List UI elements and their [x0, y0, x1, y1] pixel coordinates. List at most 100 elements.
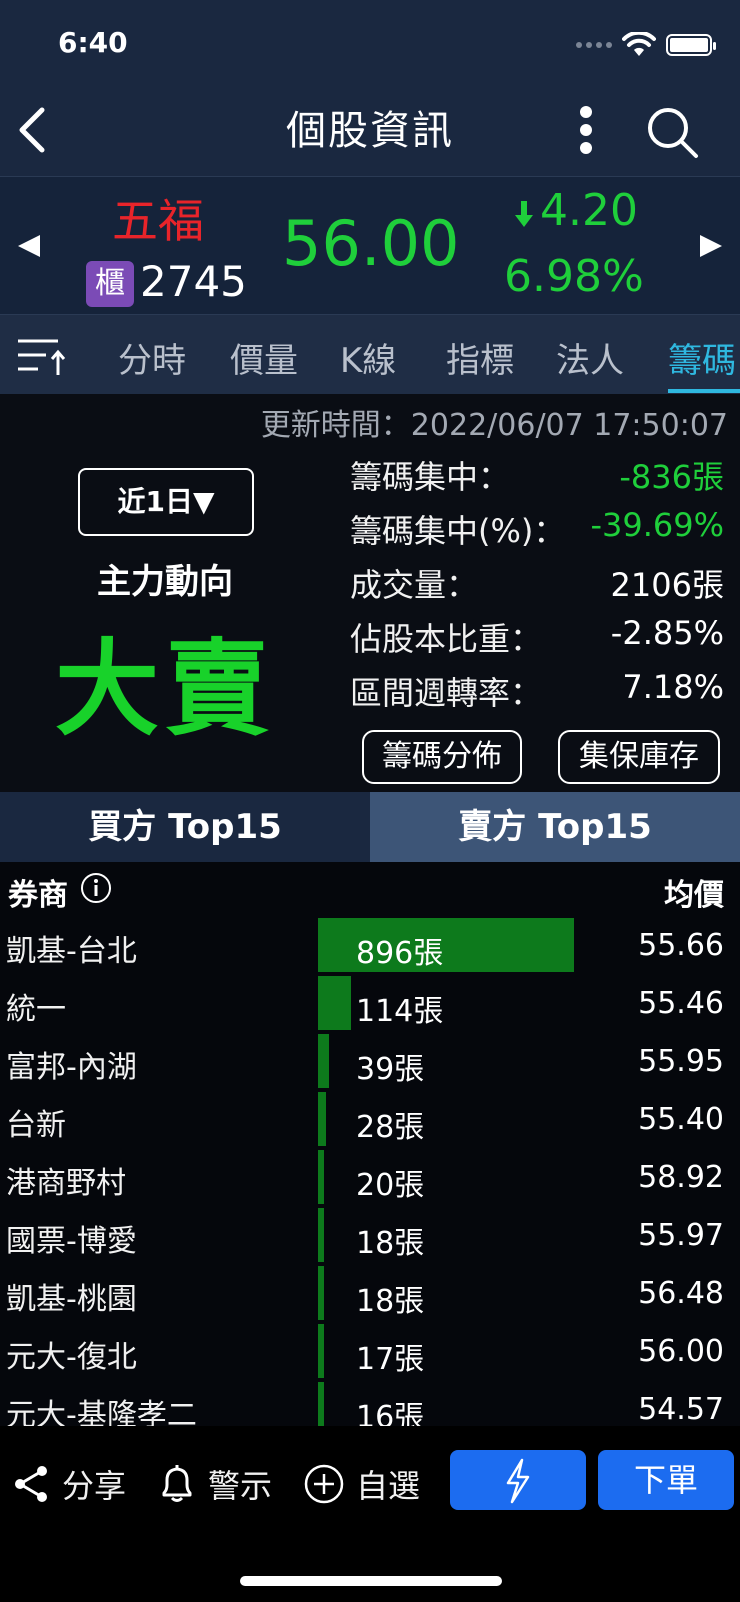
table-row[interactable]: 港商野村 20張 58.92: [0, 1148, 740, 1206]
average-price: 55.95: [638, 1044, 724, 1079]
broker-name: 港商野村: [6, 1166, 126, 1201]
broker-name: 元大-復北: [6, 1340, 137, 1375]
volume-bar: [318, 1092, 326, 1146]
header-broker: 券商: [8, 878, 68, 913]
search-icon[interactable]: [644, 104, 700, 160]
volume-bar: [318, 1382, 324, 1426]
lightning-icon: [506, 1458, 530, 1504]
quick-order-button[interactable]: [450, 1450, 586, 1510]
broker-name: 凱基-桃園: [6, 1282, 137, 1317]
info-icon[interactable]: [80, 872, 112, 904]
alert-label: 警示: [208, 1467, 273, 1505]
stat-label-share-ratio: 佔股本比重：: [350, 620, 543, 658]
bottom-toolbar: 分享 警示 自選 下單: [0, 1426, 740, 1602]
buyer-seller-toggle: 買方 Top15 賣方 Top15: [0, 792, 740, 862]
stock-code: 2745: [140, 257, 247, 306]
average-price: 55.97: [638, 1218, 724, 1253]
tab-institutional[interactable]: 法人: [556, 333, 624, 382]
volume-qty: 18張: [356, 1284, 425, 1319]
chip-summary-panel: 更新時間：2022/06/07 17:50:07 近1日▼ 主力動向 大賣 籌碼…: [0, 394, 740, 792]
seller-top15-tab[interactable]: 賣方 Top15: [370, 792, 740, 862]
status-time: 6:40: [58, 26, 128, 59]
tab-bar: 分時 價量 K線 指標 法人 籌碼: [0, 314, 740, 394]
stat-value-concentration-pct: -39.69%: [590, 506, 724, 544]
average-price: 55.46: [638, 986, 724, 1021]
table-row[interactable]: 台新 28張 55.40: [0, 1090, 740, 1148]
broker-name: 凱基-台北: [6, 934, 137, 969]
tab-kline[interactable]: K線: [340, 333, 396, 382]
buyer-top15-tab[interactable]: 買方 Top15: [0, 792, 370, 862]
next-stock-icon[interactable]: [698, 233, 724, 259]
volume-qty: 896張: [356, 936, 444, 971]
broker-name: 統一: [6, 992, 66, 1027]
stat-label-volume: 成交量：: [350, 566, 479, 604]
stat-value-share-ratio: -2.85%: [610, 614, 724, 652]
volume-bar: [318, 1150, 324, 1204]
volume-qty: 18張: [356, 1226, 425, 1261]
table-row[interactable]: 元大-復北 17張 56.00: [0, 1322, 740, 1380]
price-change: 4.20: [540, 185, 638, 236]
volume-qty: 20張: [356, 1168, 425, 1203]
update-time: 更新時間：2022/06/07 17:50:07: [260, 408, 728, 443]
stat-label-turnover: 區間週轉率：: [350, 674, 543, 712]
broker-name: 富邦-內湖: [6, 1050, 137, 1085]
volume-qty: 28張: [356, 1110, 425, 1145]
bell-icon: [162, 1465, 192, 1502]
active-tab-indicator: [668, 389, 740, 393]
previous-stock-icon[interactable]: [16, 233, 42, 259]
stat-value-concentration: -836張: [619, 458, 724, 496]
sort-menu-icon[interactable]: [16, 335, 68, 379]
market-badge: 櫃: [86, 261, 134, 307]
tab-price-volume[interactable]: 價量: [230, 333, 298, 382]
broker-name: 台新: [6, 1108, 66, 1143]
tab-indicators[interactable]: 指標: [446, 333, 514, 382]
watchlist-button[interactable]: 自選: [304, 1454, 420, 1514]
volume-bar: [318, 1266, 324, 1320]
period-dropdown[interactable]: 近1日▼: [78, 468, 254, 536]
wifi-icon: [622, 32, 656, 56]
price-change-percent: 6.98%: [504, 251, 644, 302]
table-row[interactable]: 統一 114張 55.46: [0, 974, 740, 1032]
header-average-price: 均價: [664, 878, 724, 913]
chip-distribution-button[interactable]: 籌碼分佈: [362, 730, 522, 784]
volume-qty: 114張: [356, 994, 444, 1029]
volume-qty: 17張: [356, 1342, 425, 1377]
home-indicator: [240, 1576, 502, 1586]
stock-quote-bar: 五福 櫃 2745 56.00 4.20 6.98%: [0, 176, 740, 314]
broker-name: 元大-基隆孝二: [6, 1398, 197, 1426]
volume-bar: [318, 976, 351, 1030]
volume-bar: [318, 1208, 324, 1262]
share-label: 分享: [62, 1467, 127, 1505]
table-row[interactable]: 凱基-台北 896張 55.66: [0, 916, 740, 974]
tab-chips[interactable]: 籌碼: [668, 333, 736, 382]
status-icons: [576, 32, 716, 58]
table-row[interactable]: 國票-博愛 18張 55.97: [0, 1206, 740, 1264]
average-price: 56.00: [638, 1334, 724, 1369]
custody-inventory-button[interactable]: 集保庫存: [558, 730, 720, 784]
broker-name: 國票-博愛: [6, 1224, 137, 1259]
share-button[interactable]: 分享: [12, 1454, 126, 1514]
place-order-button[interactable]: 下單: [598, 1450, 734, 1510]
broker-table: 券商 均價 凱基-台北 896張 55.66 統一 114張 55.46 富邦-內湖 39張 5…: [0, 862, 740, 1426]
add-circle-icon: [304, 1464, 344, 1504]
cellular-signal-icon: [576, 42, 612, 48]
table-row[interactable]: 凱基-桃園 18張 56.48: [0, 1264, 740, 1322]
stat-value-turnover: 7.18%: [622, 668, 724, 706]
tab-intraday[interactable]: 分時: [118, 333, 186, 382]
table-row[interactable]: 元大-基隆孝二 16張 54.57: [0, 1380, 740, 1426]
stat-value-volume: 2106張: [610, 566, 724, 604]
header: 6:40 個股資訊: [0, 0, 740, 176]
battery-icon: [666, 34, 716, 56]
average-price: 55.66: [638, 928, 724, 963]
stock-name: 五福: [112, 194, 204, 248]
table-row[interactable]: 富邦-內湖 39張 55.95: [0, 1032, 740, 1090]
alert-button[interactable]: 警示: [158, 1454, 272, 1514]
share-icon: [15, 1466, 47, 1502]
stock-price: 56.00: [282, 207, 460, 280]
volume-bar: [318, 1034, 329, 1088]
volume-qty: 39張: [356, 1052, 425, 1087]
more-vertical-icon[interactable]: [568, 104, 604, 156]
average-price: 56.48: [638, 1276, 724, 1311]
volume-bar: [318, 1324, 324, 1378]
stat-label-concentration: 籌碼集中：: [350, 458, 511, 496]
